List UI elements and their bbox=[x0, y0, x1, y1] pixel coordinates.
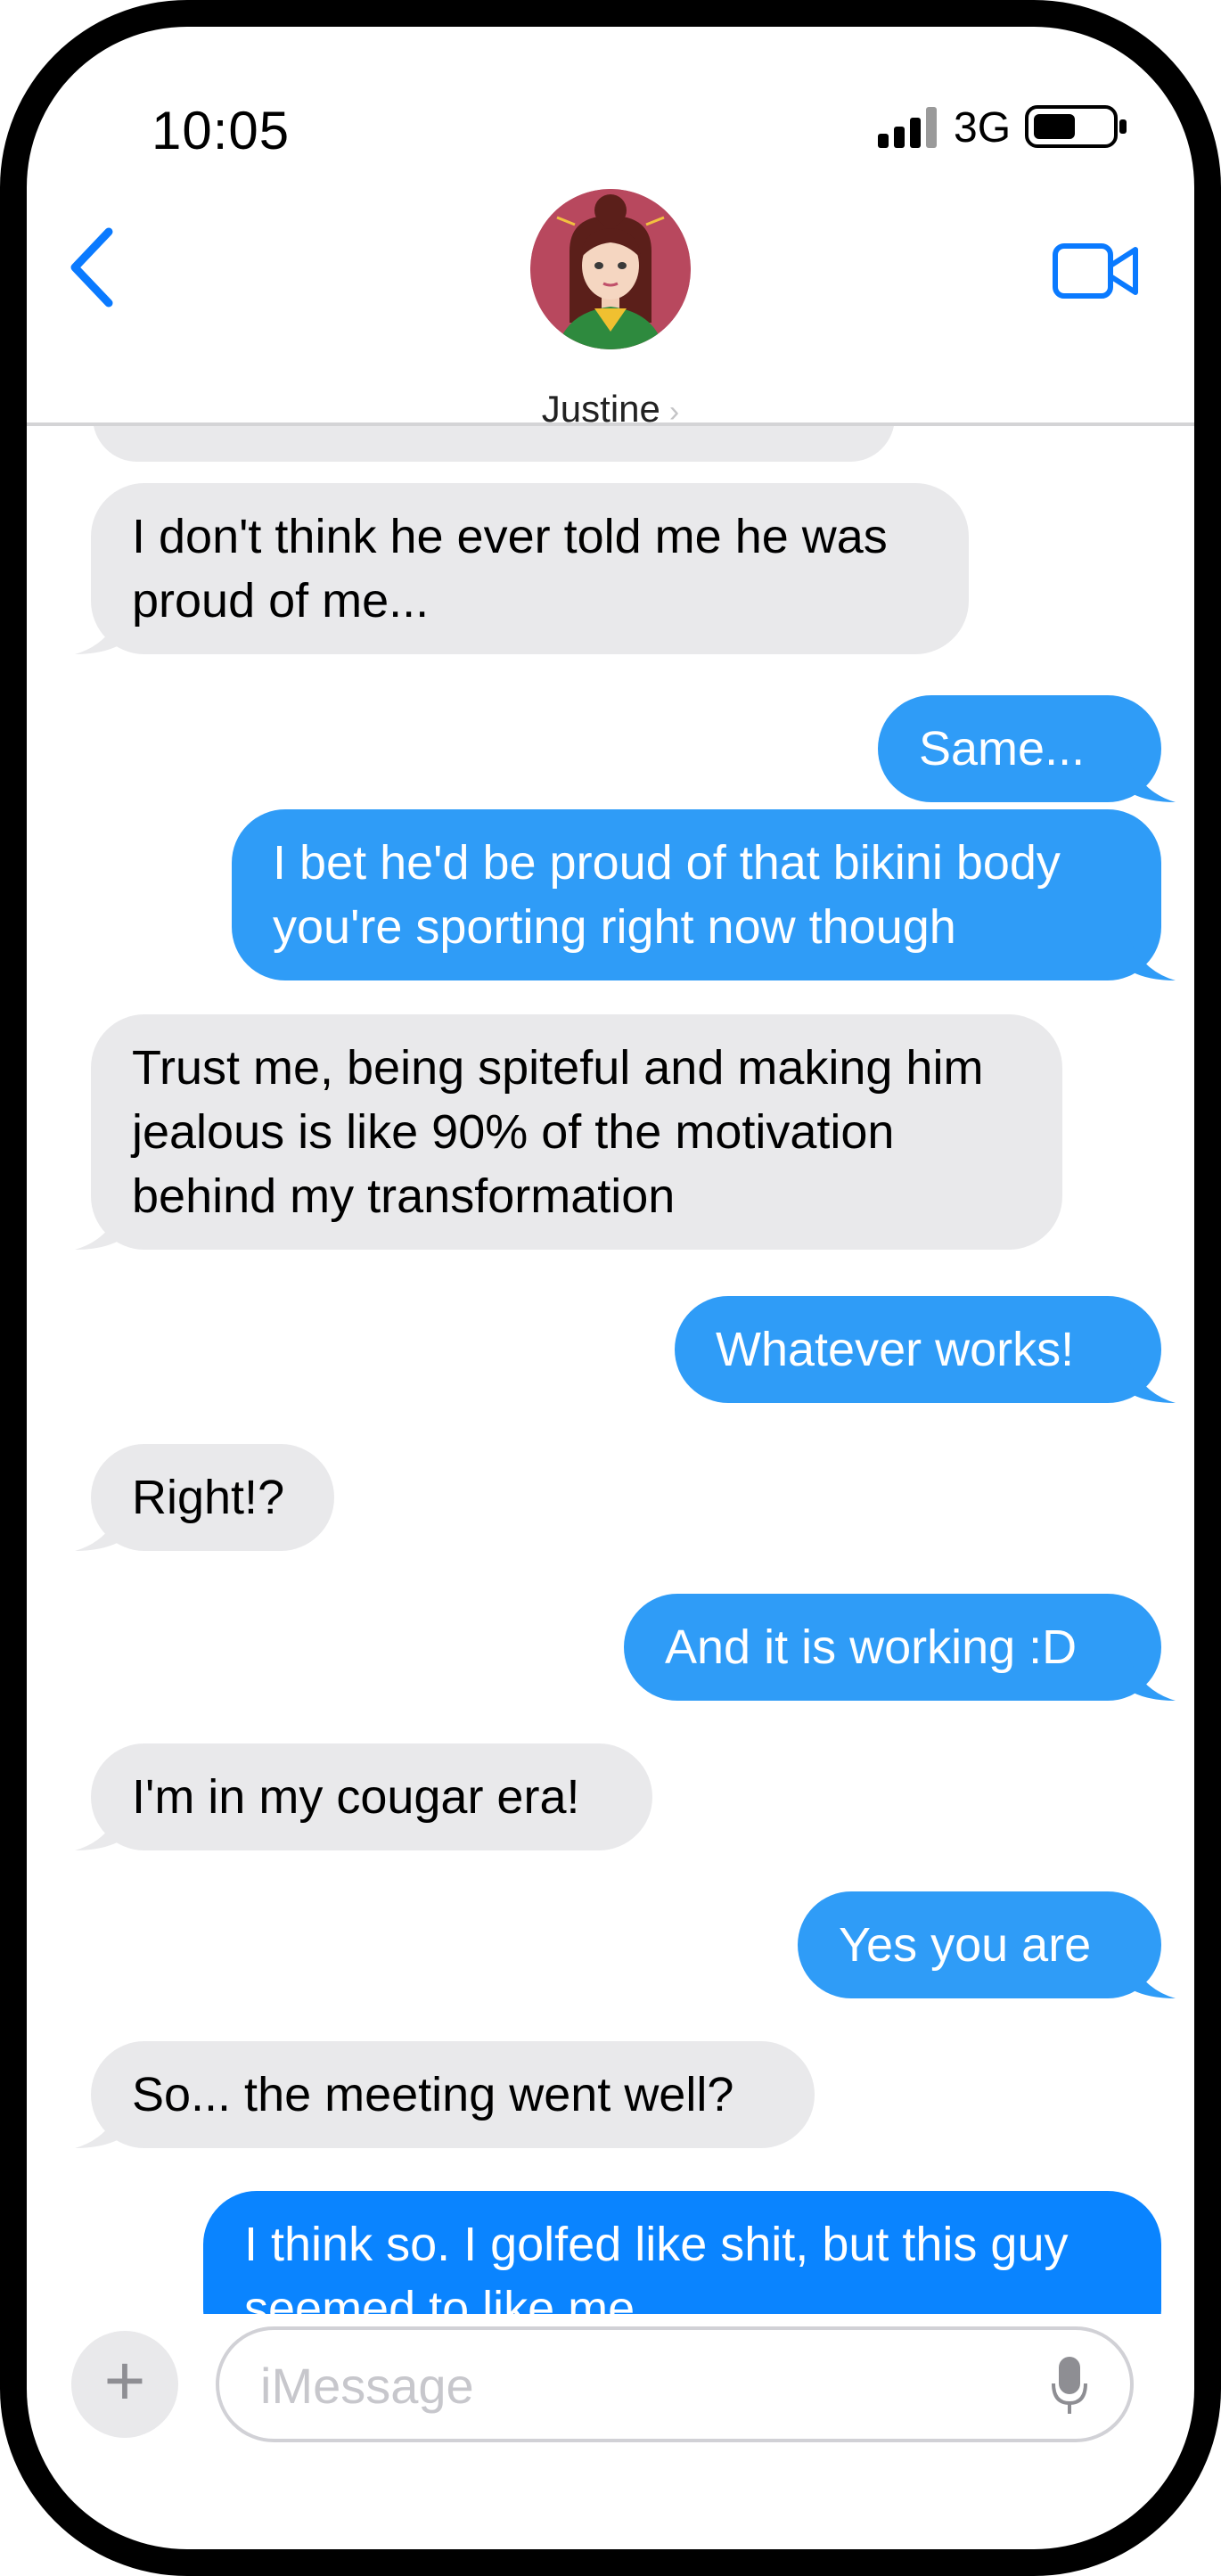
message-text-line: Trust me, being spiteful and making him bbox=[132, 1041, 984, 1095]
bubble-tail bbox=[1126, 1947, 1176, 1998]
message-text-line: I'm in my cougar era! bbox=[132, 1770, 580, 1824]
clipped-incoming-bubble bbox=[93, 426, 895, 462]
bubble-tail bbox=[1126, 1351, 1176, 1403]
message-text-line: proud of me... bbox=[132, 574, 430, 628]
outgoing-message-bubble[interactable]: And it is working :D bbox=[624, 1594, 1161, 1701]
bubble-tail bbox=[75, 1799, 125, 1850]
bubble-tail bbox=[1126, 751, 1176, 802]
message-text-line: seemed to like me bbox=[244, 2282, 635, 2314]
message-text-line: Right!? bbox=[132, 1471, 285, 1524]
status-time: 10:05 bbox=[152, 101, 291, 160]
chevron-left-icon[interactable] bbox=[64, 223, 127, 312]
message-text-line: jealous is like 90% of the motivation bbox=[132, 1105, 895, 1159]
bubble-tail bbox=[75, 603, 125, 654]
contact-avatar[interactable] bbox=[530, 189, 691, 349]
microphone-icon[interactable] bbox=[1050, 2355, 1089, 2417]
message-text-line: Same... bbox=[919, 722, 1086, 775]
incoming-message-bubble[interactable]: Trust me, being spiteful and making him j… bbox=[91, 1014, 1062, 1250]
message-text-line: you're sporting right now though bbox=[273, 900, 956, 954]
screen: 10:05 3G Justine › I don't think he ever… bbox=[27, 27, 1194, 2549]
bubble-tail bbox=[1126, 2310, 1127, 2314]
outgoing-message-bubble[interactable]: Yes you are bbox=[798, 1891, 1161, 1998]
incoming-message-bubble[interactable]: Right!? bbox=[91, 1444, 334, 1551]
bubble-tail bbox=[75, 1198, 125, 1250]
message-text-line: So... the meeting went well? bbox=[132, 2068, 734, 2121]
network-type: 3G bbox=[954, 104, 1012, 152]
message-placeholder: iMessage bbox=[260, 2358, 474, 2414]
message-text-line: Whatever works! bbox=[716, 1323, 1075, 1376]
phone-frame: 10:05 3G Justine › I don't think he ever… bbox=[0, 0, 1221, 2576]
message-text-line: I don't think he ever told me he was bbox=[132, 510, 888, 563]
message-input[interactable]: iMessage bbox=[216, 2326, 1134, 2442]
message-text-line: Yes you are bbox=[839, 1918, 1092, 1972]
bubble-tail bbox=[1126, 929, 1176, 980]
message-text-line: And it is working :D bbox=[665, 1620, 1078, 1674]
message-text-line: I bet he'd be proud of that bikini body bbox=[273, 836, 1061, 890]
add-attachment-button[interactable]: + bbox=[71, 2331, 178, 2438]
message-text-line: behind my transformation bbox=[132, 1169, 676, 1223]
battery-icon bbox=[1025, 105, 1127, 148]
video-camera-icon[interactable] bbox=[1052, 241, 1141, 301]
incoming-message-bubble[interactable]: I don't think he ever told me he was prou… bbox=[91, 483, 969, 654]
bubble-tail bbox=[75, 2096, 125, 2148]
incoming-message-bubble[interactable]: So... the meeting went well? bbox=[91, 2041, 815, 2148]
outgoing-message-bubble[interactable]: Whatever works! bbox=[675, 1296, 1161, 1403]
bubble-tail bbox=[1126, 1649, 1176, 1701]
cellular-signal-icon bbox=[878, 107, 937, 148]
avatar-illustration bbox=[530, 189, 691, 349]
outgoing-message-bubble[interactable]: I bet he'd be proud of that bikini body y… bbox=[232, 809, 1161, 980]
message-text-line: I think so. I golfed like shit, but this… bbox=[244, 2218, 1069, 2271]
outgoing-message-bubble[interactable]: I think so. I golfed like shit, but this… bbox=[203, 2191, 1161, 2314]
outgoing-message-bubble[interactable]: Same... bbox=[878, 695, 1161, 802]
incoming-message-bubble[interactable]: I'm in my cougar era! bbox=[91, 1743, 652, 1850]
bubble-tail bbox=[75, 1499, 125, 1551]
message-thread[interactable]: I don't think he ever told me he was prou… bbox=[27, 426, 1194, 2314]
